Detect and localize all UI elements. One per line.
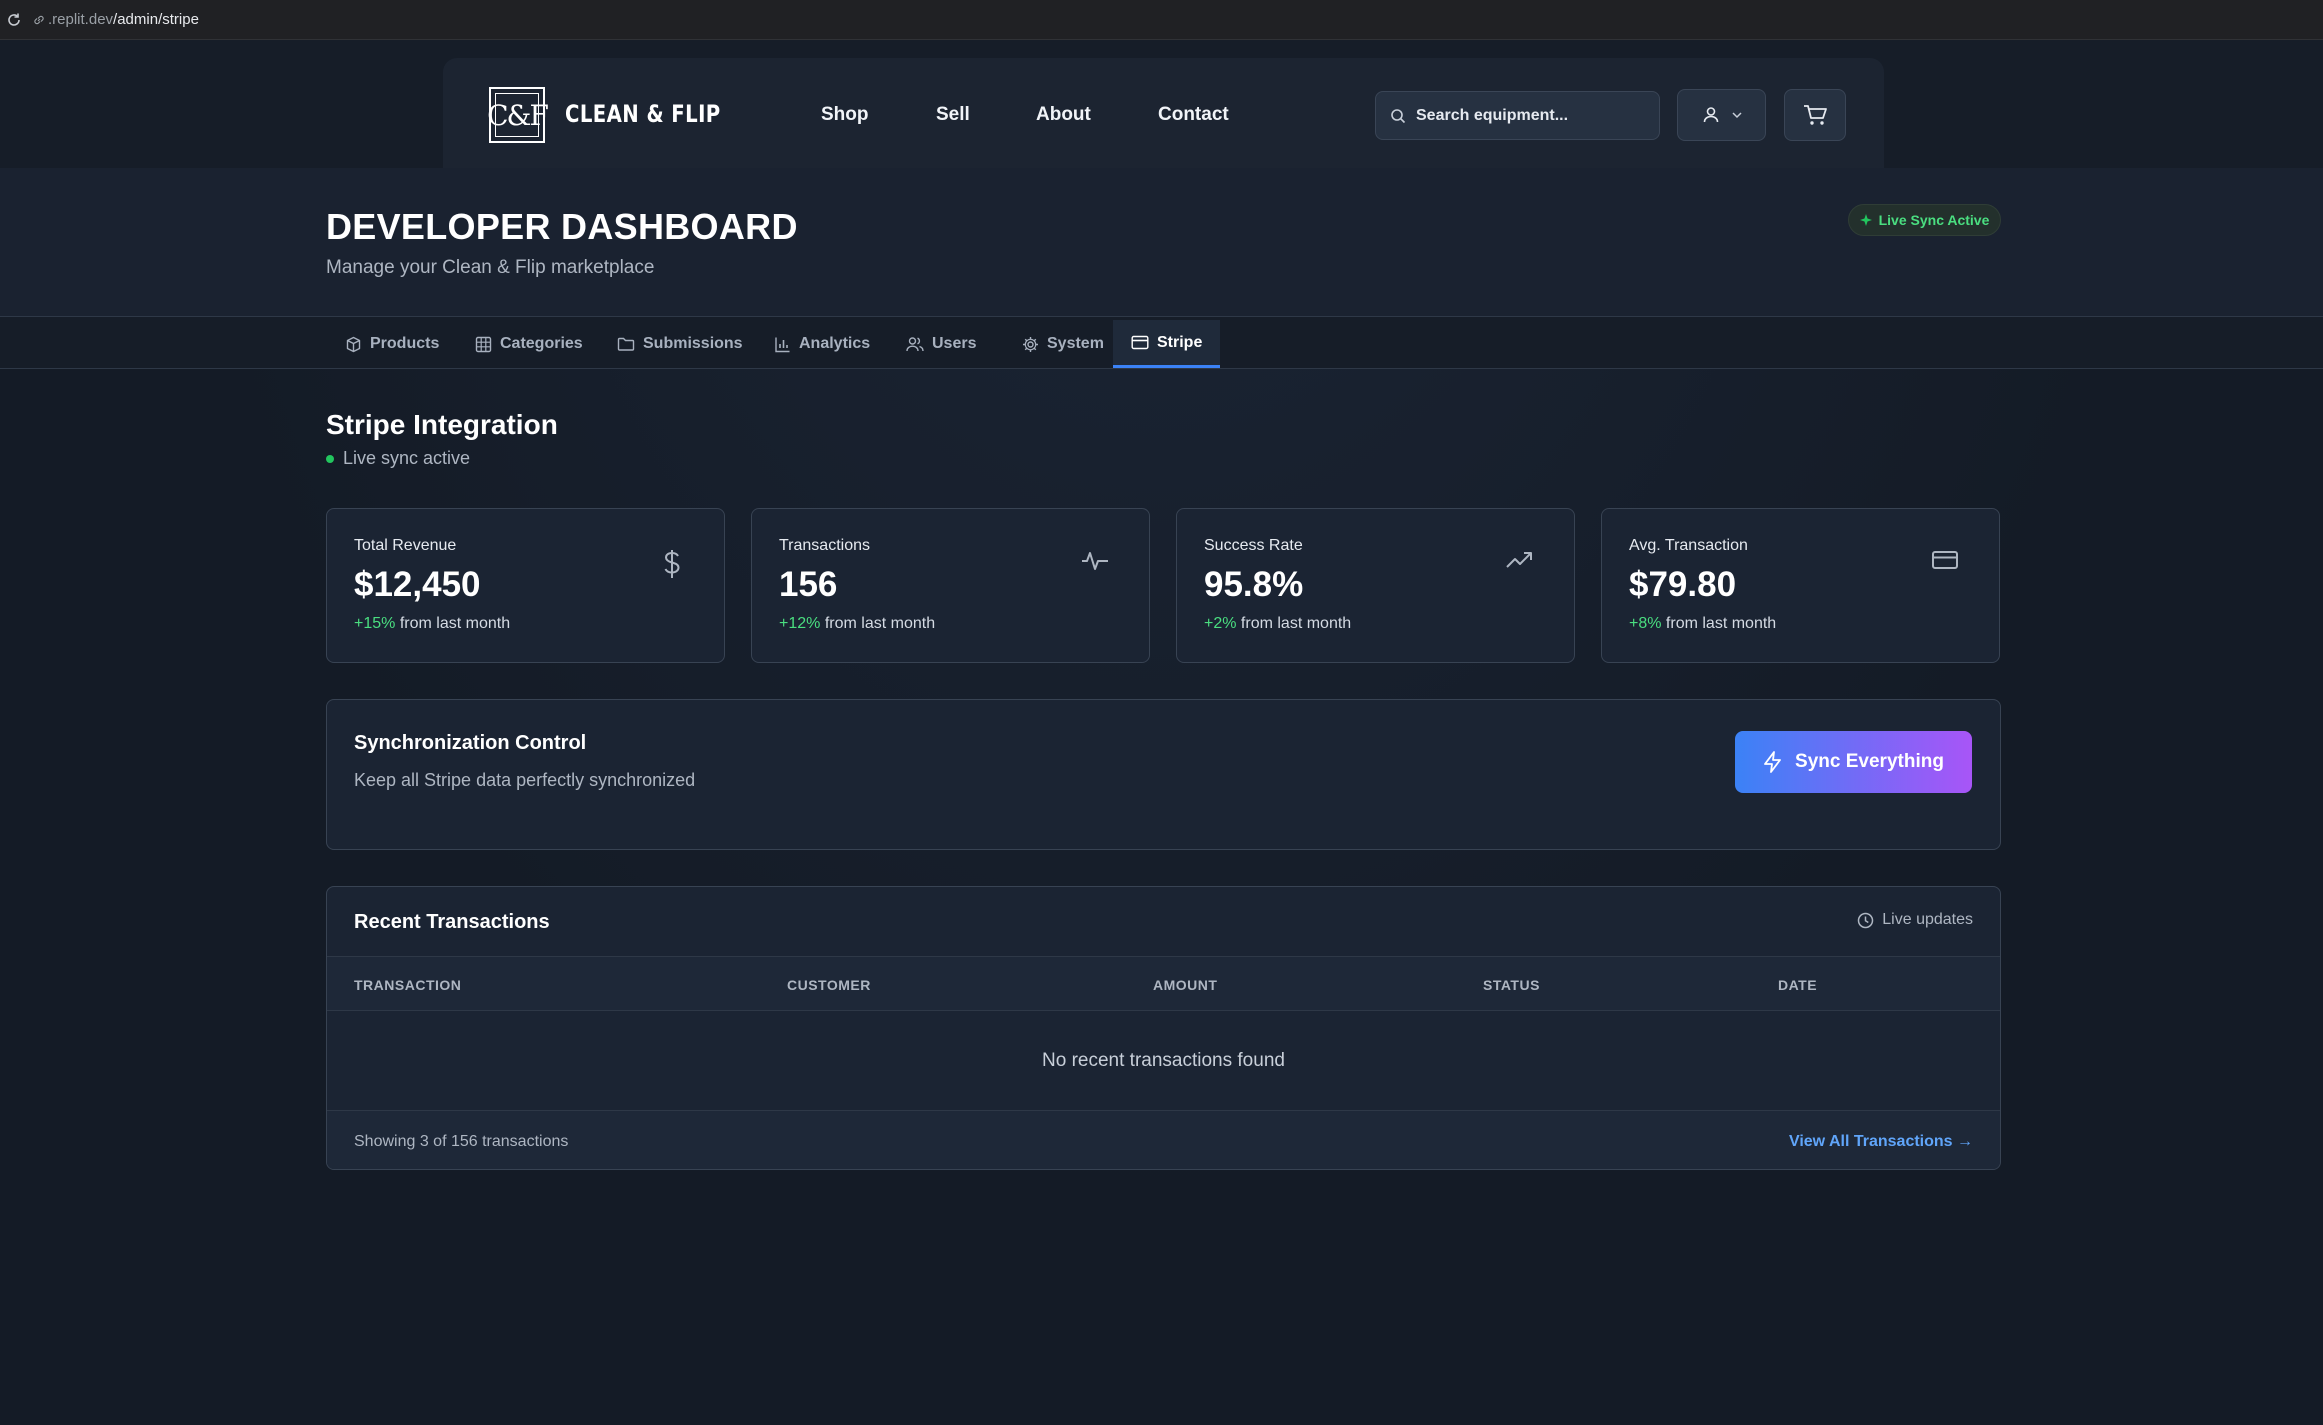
- nav-shop[interactable]: Shop: [821, 104, 869, 126]
- nav-contact[interactable]: Contact: [1158, 104, 1229, 126]
- section-title: Stripe Integration: [326, 409, 558, 440]
- stat-card-avg-transaction: Avg. Transaction $79.80 +8% from last mo…: [1601, 508, 2000, 663]
- tab-label: Stripe: [1157, 333, 1203, 351]
- stat-change-percent: +8%: [1629, 615, 1662, 632]
- sync-status-text: Live sync active: [343, 448, 471, 468]
- stat-change-percent: +15%: [354, 615, 396, 632]
- stat-value: $79.80: [1629, 565, 1737, 604]
- stat-change: +2% from last month: [1204, 615, 1351, 633]
- stat-change-percent: +12%: [779, 615, 821, 632]
- stat-label: Transactions: [779, 537, 870, 554]
- user-icon: [1703, 107, 1718, 123]
- credit-card-icon: [1932, 551, 1958, 569]
- live-sync-badge: Live Sync Active: [1848, 204, 2001, 236]
- folder-icon: [617, 337, 635, 351]
- stat-change-suffix: from last month: [1665, 615, 1777, 632]
- stat-label: Success Rate: [1204, 537, 1303, 554]
- stat-change: +8% from last month: [1629, 615, 1776, 633]
- trending-up-icon: [1506, 552, 1532, 568]
- tab-label: System: [1047, 335, 1104, 352]
- tab-stripe[interactable]: Stripe: [1113, 320, 1221, 368]
- stat-value: $12,450: [354, 565, 481, 604]
- stat-change: +12% from last month: [779, 615, 935, 633]
- live-updates-label: Live updates: [1882, 911, 1973, 928]
- tab-label: Users: [932, 335, 977, 352]
- url-path: /admin/stripe: [113, 11, 199, 28]
- column-status: STATUS: [1483, 977, 1540, 993]
- stat-label: Total Revenue: [354, 537, 457, 554]
- url-host: .replit.dev: [48, 11, 114, 28]
- tab-label: Analytics: [799, 335, 871, 352]
- tab-analytics[interactable]: Analytics: [756, 320, 888, 368]
- credit-card-icon: [1131, 335, 1149, 350]
- stat-change: +15% from last month: [354, 615, 510, 633]
- tab-users[interactable]: Users: [888, 320, 994, 368]
- page-title: DEVELOPER DASHBOARD: [326, 206, 798, 247]
- search-placeholder: Search equipment...: [1416, 106, 1569, 124]
- column-amount: AMOUNT: [1153, 977, 1218, 993]
- recent-transactions-panel: Recent Transactions Live updates TRANSAC…: [326, 886, 2001, 1170]
- stat-card-success-rate: Success Rate 95.8% +2% from last month: [1176, 508, 1575, 663]
- stat-change-suffix: from last month: [1240, 615, 1352, 632]
- tab-label: Submissions: [643, 335, 743, 352]
- brand-logo[interactable]: C&F: [487, 87, 549, 143]
- brand-name[interactable]: CLEAN & FLIP: [565, 100, 721, 128]
- sync-subtitle: Keep all Stripe data perfectly synchroni…: [354, 770, 696, 790]
- column-date: DATE: [1778, 977, 1818, 993]
- cart-icon: [1804, 105, 1827, 125]
- user-menu-button[interactable]: [1677, 89, 1766, 141]
- stat-label: Avg. Transaction: [1629, 537, 1748, 554]
- live-sync-label: Live Sync Active: [1878, 212, 1990, 228]
- status-dot: [326, 454, 334, 463]
- live-updates-indicator: Live updates: [1857, 911, 1973, 929]
- stat-value: 95.8%: [1204, 565, 1304, 604]
- stat-change-suffix: from last month: [824, 615, 936, 632]
- tab-products[interactable]: Products: [327, 320, 457, 368]
- sync-title: Synchronization Control: [354, 732, 587, 754]
- column-transaction: TRANSACTION: [354, 977, 462, 993]
- browser-url-bar[interactable]: .replit.dev/admin/stripe: [0, 0, 2323, 40]
- search-icon: [1391, 108, 1406, 123]
- tab-submissions[interactable]: Submissions: [599, 320, 761, 368]
- chevron-down-icon: [1731, 112, 1742, 119]
- link-icon: [34, 15, 44, 24]
- column-customer: CUSTOMER: [787, 977, 871, 993]
- tab-system[interactable]: System: [1004, 320, 1122, 368]
- table-footer: Showing 3 of 156 transactions View All T…: [327, 1111, 2000, 1169]
- tab-label: Categories: [500, 335, 583, 352]
- transactions-title: Recent Transactions: [354, 911, 550, 933]
- table-header: TRANSACTION CUSTOMER AMOUNT STATUS DATE: [327, 956, 2000, 1011]
- empty-state-message: No recent transactions found: [327, 1011, 2000, 1111]
- package-icon: [346, 336, 361, 352]
- tab-categories[interactable]: Categories: [457, 320, 601, 368]
- tab-label: Products: [370, 335, 440, 352]
- lightning-icon: [1764, 751, 1781, 773]
- reload-icon[interactable]: [6, 12, 22, 28]
- cart-button[interactable]: [1784, 89, 1846, 141]
- search-input[interactable]: Search equipment...: [1375, 91, 1660, 140]
- stat-card-transactions: Transactions 156 +12% from last month: [751, 508, 1150, 663]
- bar-chart-icon: [775, 337, 790, 352]
- stat-change-percent: +2%: [1204, 615, 1237, 632]
- sync-button-label: Sync Everything: [1795, 751, 1944, 772]
- page-subtitle: Manage your Clean & Flip marketplace: [326, 257, 655, 278]
- sync-status: Live sync active: [326, 448, 470, 469]
- nav-sell[interactable]: Sell: [936, 104, 970, 126]
- grid-icon: [475, 336, 492, 352]
- dollar-icon: [664, 550, 680, 578]
- gear-icon: [1023, 336, 1038, 352]
- view-all-transactions-link[interactable]: View All Transactions →: [1789, 1133, 1973, 1151]
- stat-card-total-revenue: Total Revenue $12,450 +15% from last mon…: [326, 508, 725, 663]
- transactions-count: Showing 3 of 156 transactions: [354, 1133, 569, 1150]
- nav-about[interactable]: About: [1036, 104, 1091, 126]
- sparkle-icon: [1859, 214, 1872, 226]
- stat-change-suffix: from last month: [399, 615, 511, 632]
- sync-everything-button[interactable]: Sync Everything: [1735, 731, 1972, 793]
- activity-icon: [1082, 552, 1108, 570]
- users-icon: [906, 336, 924, 351]
- stat-value: 156: [779, 565, 838, 604]
- clock-icon: [1858, 912, 1874, 928]
